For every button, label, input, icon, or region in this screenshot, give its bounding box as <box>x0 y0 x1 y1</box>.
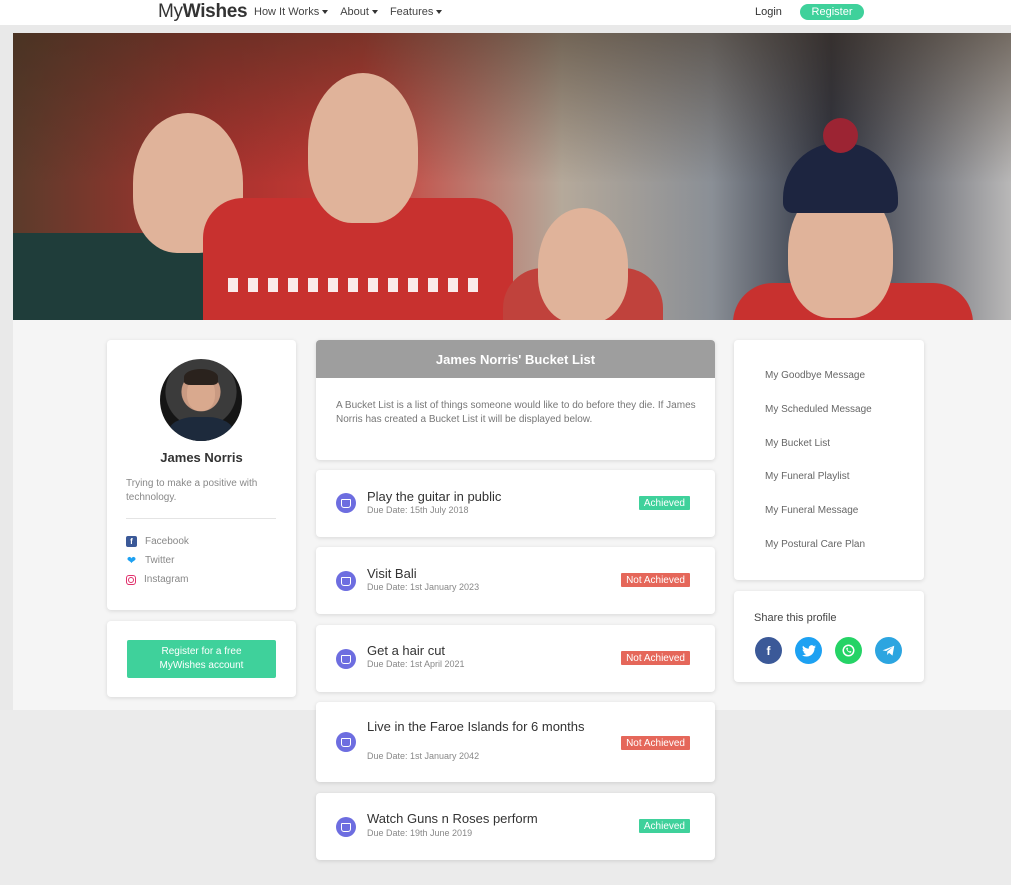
bucket-icon <box>336 493 356 513</box>
profile-bio: Trying to make a positive with technolog… <box>126 478 258 503</box>
bucket-list-header-card: James Norris' Bucket List A Bucket List … <box>316 340 715 460</box>
register-button[interactable]: Register <box>800 4 864 20</box>
wish-item[interactable]: Live in the Faroe Islands for 6 months D… <box>316 702 715 782</box>
nav-about[interactable]: About <box>340 6 378 18</box>
wish-due-date: Due Date: 19th June 2019 <box>367 828 473 838</box>
side-menu-card: My Goodbye Message My Scheduled Message … <box>734 340 924 580</box>
bucket-icon <box>336 649 356 669</box>
divider <box>126 518 276 519</box>
social-twitter[interactable]: ❤ Twitter <box>126 555 175 567</box>
menu-bucket-list[interactable]: My Bucket List <box>765 438 830 449</box>
wish-due-date: Due Date: 1st January 2023 <box>367 582 480 592</box>
profile-name: James Norris <box>160 450 243 465</box>
nav-features[interactable]: Features <box>390 6 443 18</box>
bucket-list-intro: A Bucket List is a list of things someon… <box>336 400 696 425</box>
wish-due-date: Due Date: 1st April 2021 <box>367 659 465 669</box>
wish-due-date: Due Date: 15th July 2018 <box>367 505 469 515</box>
register-free-account-button[interactable]: Register for a free MyWishes account <box>127 640 276 678</box>
status-badge: Achieved <box>638 819 690 833</box>
wish-item[interactable]: Play the guitar in public Due Date: 15th… <box>316 470 715 537</box>
bucket-icon <box>336 817 356 837</box>
chevron-down-icon <box>322 10 329 14</box>
twitter-icon[interactable] <box>795 637 822 664</box>
wish-title: Get a hair cut <box>367 643 446 658</box>
bucket-icon <box>336 732 356 752</box>
logo[interactable]: MyWishes <box>158 1 248 23</box>
status-badge: Achieved <box>638 496 690 510</box>
wish-item[interactable]: Get a hair cut Due Date: 1st April 2021 … <box>316 625 715 692</box>
wish-due-date: Due Date: 1st January 2042 <box>367 751 480 761</box>
facebook-icon[interactable]: f <box>755 637 782 664</box>
chevron-down-icon <box>436 10 443 14</box>
nav-how-it-works[interactable]: How It Works <box>254 6 329 18</box>
share-title: Share this profile <box>754 612 837 624</box>
facebook-icon: f <box>126 536 137 547</box>
register-cta-card: Register for a free MyWishes account <box>107 621 296 697</box>
wish-title: Live in the Faroe Islands for 6 months <box>367 719 585 734</box>
social-label: Facebook <box>145 536 189 547</box>
profile-card: James Norris Trying to make a positive w… <box>107 340 296 610</box>
menu-postural-care-plan[interactable]: My Postural Care Plan <box>765 539 865 550</box>
login-link[interactable]: Login <box>755 6 782 18</box>
wish-title: Visit Bali <box>367 566 417 581</box>
wish-item[interactable]: Watch Guns n Roses perform Due Date: 19t… <box>316 793 715 860</box>
telegram-icon[interactable] <box>875 637 902 664</box>
avatar <box>160 359 242 441</box>
instagram-icon <box>126 574 136 585</box>
menu-goodbye-message[interactable]: My Goodbye Message <box>765 370 865 381</box>
status-badge: Not Achieved <box>621 736 690 750</box>
social-label: Twitter <box>145 555 175 566</box>
status-badge: Not Achieved <box>621 651 690 665</box>
status-badge: Not Achieved <box>621 573 690 587</box>
wish-title: Watch Guns n Roses perform <box>367 811 538 826</box>
whatsapp-icon[interactable] <box>835 637 862 664</box>
bucket-list-title: James Norris' Bucket List <box>316 340 715 378</box>
bucket-icon <box>336 571 356 591</box>
social-label: Instagram <box>144 574 189 585</box>
chevron-down-icon <box>371 10 378 14</box>
top-navbar: MyWishes How It Works About Features Log… <box>0 0 1011 25</box>
wish-item[interactable]: Visit Bali Due Date: 1st January 2023 No… <box>316 547 715 614</box>
share-card: Share this profile f <box>734 591 924 682</box>
wish-title: Play the guitar in public <box>367 489 502 504</box>
nav-menu: How It Works About Features <box>254 6 443 18</box>
social-facebook[interactable]: f Facebook <box>126 536 189 547</box>
hero-image <box>13 33 1011 320</box>
menu-funeral-message[interactable]: My Funeral Message <box>765 505 858 516</box>
menu-funeral-playlist[interactable]: My Funeral Playlist <box>765 471 849 482</box>
menu-scheduled-message[interactable]: My Scheduled Message <box>765 404 872 415</box>
twitter-icon: ❤ <box>126 555 137 567</box>
social-instagram[interactable]: Instagram <box>126 574 188 585</box>
